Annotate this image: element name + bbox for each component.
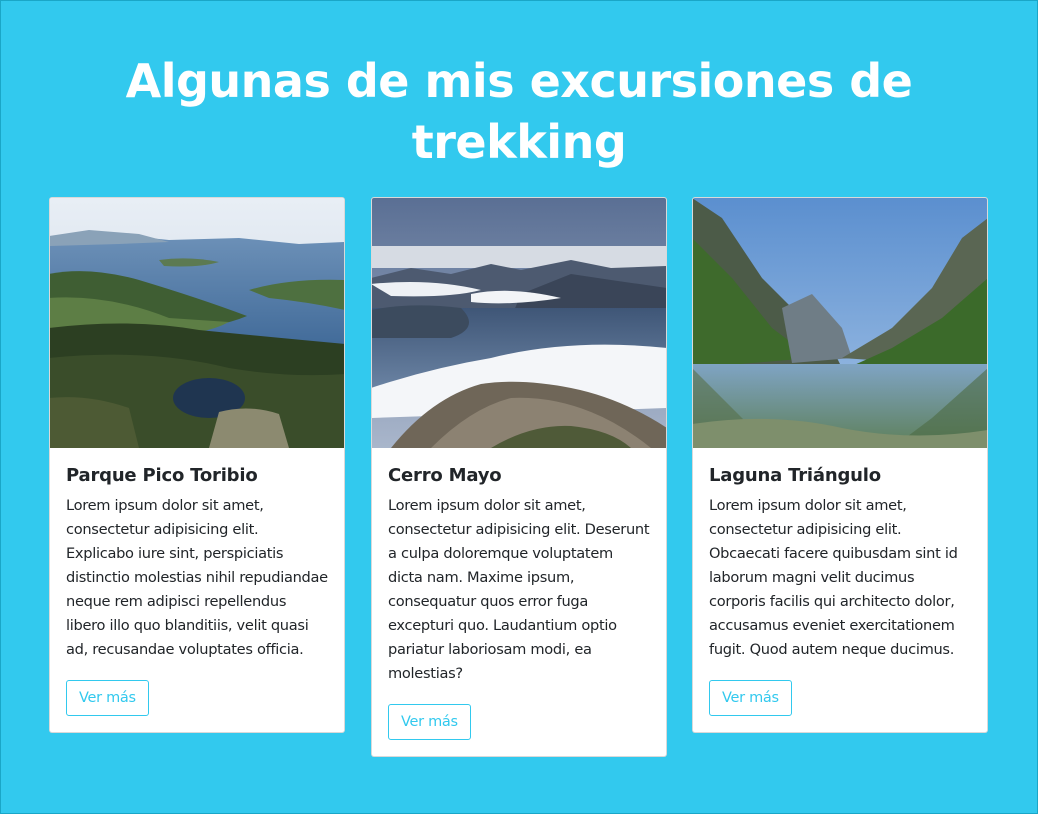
trekking-section: Algunas de mis excursiones de trekking P… — [0, 0, 1038, 814]
card-text: Lorem ipsum dolor sit amet, consectetur … — [388, 497, 650, 682]
ver-mas-button[interactable]: Ver más — [388, 704, 471, 740]
card-title: Laguna Triángulo — [709, 465, 881, 486]
lake-landscape-photo — [50, 198, 344, 448]
ver-mas-button[interactable]: Ver más — [709, 680, 792, 716]
card-text: Lorem ipsum dolor sit amet, consectetur … — [709, 497, 958, 658]
trek-card-laguna-triangulo: Laguna Triángulo Lorem ipsum dolor sit a… — [692, 197, 988, 733]
page-title: Algunas de mis excursiones de trekking — [125, 54, 913, 169]
card-text: Lorem ipsum dolor sit amet, consectetur … — [66, 497, 328, 658]
valley-lagoon-photo — [693, 198, 987, 448]
ver-mas-button[interactable]: Ver más — [66, 680, 149, 716]
card-title: Cerro Mayo — [388, 465, 502, 486]
card-title: Parque Pico Toribio — [66, 465, 258, 486]
mountain-summit-photo — [372, 198, 666, 448]
trek-card-pico-toribio: Parque Pico Toribio Lorem ipsum dolor si… — [49, 197, 345, 733]
trek-card-cerro-mayo: Cerro Mayo Lorem ipsum dolor sit amet, c… — [371, 197, 667, 757]
